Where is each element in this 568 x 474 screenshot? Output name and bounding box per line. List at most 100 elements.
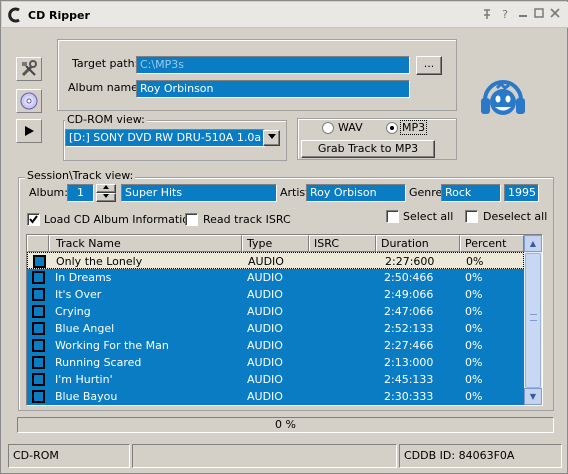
wav-label: WAV [338,121,363,134]
table-row[interactable]: Crying AUDIO 2:47:066 0% [27,303,524,320]
cell-duration: 2:27:466 [384,339,434,352]
table-row[interactable]: Working For the Man AUDIO 2:27:466 0% [27,337,524,354]
column-header-percent[interactable]: Percent [460,235,524,252]
title-bar[interactable]: CD Ripper ? [2,2,568,28]
cell-name: Running Scared [55,356,142,369]
chevron-down-icon [103,194,109,198]
column-header-check[interactable] [27,235,49,252]
status-middle [132,444,397,468]
cell-percent: 0% [465,271,483,284]
cell-duration: 2:27:600 [385,255,435,268]
minimize-icon[interactable] [516,8,530,21]
album-down-button[interactable] [96,193,116,202]
cell-type: AUDIO [247,271,283,284]
close-icon[interactable] [548,8,562,21]
table-row[interactable]: I'm Hurtin' AUDIO 2:45:133 0% [27,371,524,388]
album-number-field[interactable]: 1 [67,184,94,202]
table-row[interactable]: In Dreams AUDIO 2:50:466 0% [27,269,524,286]
cell-name: Only the Lonely [56,255,143,268]
browse-button[interactable]: ... [416,56,442,75]
cdrom-drive-select[interactable]: [D:] SONY DVD RW DRU-510A 1.0a [65,129,265,147]
cell-name: Working For the Man [55,339,169,352]
album-name-input[interactable]: Roy Orbinson [136,80,410,98]
progress-bar: 0 % [17,417,554,433]
checkmark-icon [29,215,38,224]
track-checkbox[interactable] [32,339,45,352]
table-row[interactable]: It's Over AUDIO 2:49:066 0% [27,286,524,303]
wav-radio[interactable] [322,122,334,134]
vertical-scrollbar[interactable]: ▲ ▼ [524,235,542,405]
column-header-type[interactable]: Type [242,235,309,252]
table-row[interactable]: Running Scared AUDIO 2:13:000 0% [27,354,524,371]
track-checkbox[interactable] [32,305,45,318]
track-checkbox[interactable] [32,390,45,403]
cell-type: AUDIO [247,305,283,318]
cell-type: AUDIO [247,390,283,403]
scroll-down-button[interactable]: ▼ [524,388,542,405]
scroll-up-button[interactable]: ▲ [524,235,542,252]
radio-dot [390,126,394,130]
cell-type: AUDIO [247,339,283,352]
year-field[interactable]: 1995 [504,184,539,202]
play-button[interactable] [16,119,42,143]
genre-field[interactable]: Rock [441,184,501,202]
track-checkbox[interactable] [32,373,45,386]
scroll-thumb[interactable] [525,253,541,388]
cell-percent: 0% [465,305,483,318]
window-title: CD Ripper [28,9,90,22]
table-row[interactable]: Only the Lonely AUDIO 2:27:600 0% [27,252,524,269]
cell-duration: 2:52:133 [384,322,434,335]
tools-button[interactable] [16,57,42,81]
cd-icon [20,92,38,110]
track-checkbox[interactable] [32,322,45,335]
table-row[interactable]: Blue Bayou AUDIO 2:30:333 0% [27,388,524,405]
cdrom-dropdown-button[interactable] [263,130,280,146]
cell-duration: 2:50:466 [384,271,434,284]
artist-field[interactable]: Roy Orbison [306,184,406,202]
maximize-icon[interactable] [532,8,546,21]
cell-percent: 0% [465,339,483,352]
column-header-duration[interactable]: Duration [376,235,460,252]
album-title-field[interactable]: Super Hits [121,184,277,202]
help-icon[interactable]: ? [498,8,512,21]
table-row[interactable]: Blue Angel AUDIO 2:52:133 0% [27,320,524,337]
cell-name: I'm Hurtin' [55,373,113,386]
column-header-track-name[interactable]: Track Name [49,235,242,252]
album-label: Album: [29,186,68,199]
column-header-isrc[interactable]: ISRC [309,235,376,252]
chevron-down-icon [267,134,276,139]
target-group [57,39,457,111]
track-checkbox[interactable] [32,271,45,284]
cell-type: AUDIO [247,322,283,335]
cell-type: AUDIO [247,288,283,301]
cell-percent: 0% [465,390,483,403]
grab-track-button[interactable]: Grab Track to MP3 [301,140,435,158]
cell-type: AUDIO [247,356,283,369]
select-all-checkbox[interactable] [386,210,399,223]
cell-name: Crying [55,305,91,318]
album-up-button[interactable] [96,184,116,193]
cell-percent: 0% [465,356,483,369]
load-cd-checkbox[interactable] [27,213,40,226]
cell-percent: 0% [465,322,483,335]
mp3-radio[interactable] [386,122,398,134]
track-checkbox[interactable] [33,255,46,268]
cell-percent: 0% [465,288,483,301]
cd-ripper-window: CD Ripper ? Target path: C:\MP3s ... Alb… [0,0,568,474]
grip-icon [530,314,537,321]
deselect-all-label: Deselect all [483,210,548,223]
track-checkbox[interactable] [32,356,45,369]
headphones-logo-icon [481,80,525,115]
cd-button[interactable] [16,89,42,113]
cell-duration: 2:45:133 [384,373,434,386]
pin-icon[interactable] [480,8,494,21]
target-path-input[interactable]: C:\MP3s [136,56,410,74]
cell-duration: 2:47:066 [384,305,434,318]
play-icon [25,126,34,136]
track-checkbox[interactable] [32,288,45,301]
table-header: Track Name Type ISRC Duration Percent [27,235,524,252]
track-table[interactable]: Track Name Type ISRC Duration Percent On… [26,234,543,406]
session-group-label: Session\Track view: [25,169,136,182]
deselect-all-checkbox[interactable] [465,210,478,223]
read-isrc-checkbox[interactable] [185,213,198,226]
